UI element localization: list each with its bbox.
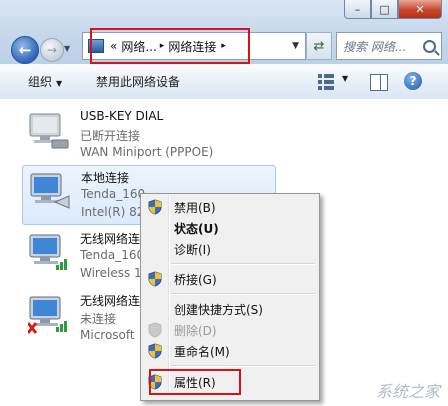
history-dropdown[interactable]: ▼: [64, 44, 70, 53]
computer-wireless-icon: [29, 234, 67, 270]
connection-status: 未连接: [80, 312, 117, 326]
address-dropdown-button[interactable]: ▼: [292, 41, 299, 51]
watermark: 系统之家: [375, 382, 440, 401]
connection-device: WAN Miniport (PPPOE): [80, 145, 214, 159]
uac-shield-disabled-icon: [148, 322, 162, 338]
connection-device: Microsoft: [80, 328, 135, 342]
organize-button[interactable]: 组织 ▼: [28, 73, 62, 90]
connection-name: 无线网络连: [80, 232, 141, 246]
menu-gutter: [168, 196, 170, 396]
menu-item-bridge[interactable]: 桥接(G): [174, 271, 217, 288]
minimize-button[interactable]: –: [344, 0, 371, 19]
maximize-button[interactable]: □: [371, 0, 398, 19]
connection-status: Tenda_160: [80, 248, 145, 262]
address-highlight-box: [90, 28, 250, 64]
connection-status: 已断开连接: [80, 129, 141, 143]
refresh-icon: ⇄: [313, 38, 325, 54]
preview-pane-icon[interactable]: [370, 74, 388, 91]
change-view-icon[interactable]: [318, 74, 334, 90]
menu-separator: [171, 293, 315, 295]
computer-wireless-disconnected-icon: [28, 296, 67, 334]
menu-item-create-shortcut[interactable]: 创建快捷方式(S): [174, 301, 263, 318]
menu-item-status[interactable]: 状态(U): [174, 220, 219, 237]
connection-item[interactable]: USB-KEY DIAL 已断开连接 WAN Miniport (PPPOE): [22, 106, 274, 164]
back-button[interactable]: ←: [11, 36, 39, 64]
organize-label: 组织: [28, 75, 53, 89]
arrow-left-icon: ←: [18, 41, 32, 59]
chevron-down-icon: ▼: [342, 74, 349, 83]
search-icon: [423, 39, 436, 53]
view-dropdown-arrow[interactable]: ▼: [342, 74, 348, 83]
search-input[interactable]: 搜索 网络...: [337, 38, 406, 55]
menu-separator: [171, 263, 315, 265]
connection-name: USB-KEY DIAL: [80, 109, 164, 123]
refresh-button[interactable]: ⇄: [306, 32, 332, 60]
chevron-down-icon: ▼: [64, 44, 71, 53]
help-icon[interactable]: ?: [404, 72, 422, 90]
properties-highlight-box: [149, 369, 241, 395]
menu-item-rename[interactable]: 重命名(M): [174, 343, 230, 360]
menu-item-diagnose[interactable]: 诊断(I): [174, 241, 211, 258]
window-controls: – □ ✕: [344, 0, 442, 19]
connection-name: 本地连接: [81, 171, 130, 185]
computer-disconnected-icon: [29, 113, 69, 149]
close-button[interactable]: ✕: [398, 0, 442, 19]
chevron-down-icon: ▼: [56, 79, 63, 88]
menu-item-delete: 删除(D): [174, 324, 217, 338]
uac-shield-icon: [148, 199, 162, 215]
connection-device: Intel(R) 82: [81, 205, 145, 219]
disable-device-button[interactable]: 禁用此网络设备: [96, 73, 180, 90]
menu-item-disable[interactable]: 禁用(B): [174, 199, 216, 216]
uac-shield-icon: [148, 271, 162, 287]
menu-separator: [171, 365, 315, 367]
connection-name: 无线网络连: [80, 294, 141, 308]
forward-button[interactable]: →: [40, 38, 64, 62]
connection-device: Wireless 1: [80, 266, 142, 280]
arrow-right-icon: →: [46, 43, 58, 57]
computer-lan-icon: [30, 173, 70, 209]
connection-status: Tenda_160: [81, 187, 146, 201]
uac-shield-icon: [148, 343, 162, 359]
search-box[interactable]: 搜索 网络...: [336, 32, 442, 60]
